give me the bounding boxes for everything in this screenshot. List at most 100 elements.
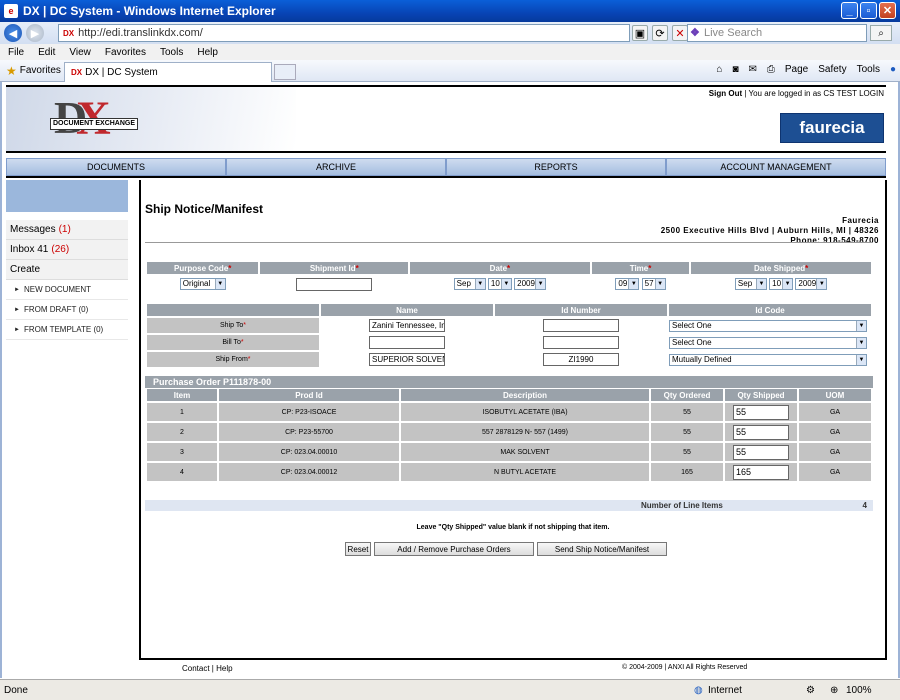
- cell-uom: GA: [799, 403, 871, 421]
- menu-file[interactable]: File: [8, 47, 24, 58]
- col-id-number: Id Number: [495, 304, 667, 316]
- close-button[interactable]: ✕: [879, 2, 896, 19]
- live-search-icon: ❖: [690, 27, 700, 39]
- sidebar-messages[interactable]: Messages (1): [6, 220, 128, 240]
- col-id-code: Id Code: [669, 304, 871, 316]
- qty-shipped-input[interactable]: 165: [733, 464, 789, 480]
- ship-to-name-input[interactable]: Zanini Tennessee, Inc: [369, 319, 445, 332]
- bill-to-name-input[interactable]: [369, 336, 445, 349]
- sidebar-inbox[interactable]: Inbox 41 (26): [6, 240, 128, 260]
- sidebar-new-document[interactable]: NEW DOCUMENT: [6, 280, 128, 300]
- col-purpose-code: Purpose Code*: [147, 262, 259, 274]
- menu-favorites[interactable]: Favorites: [105, 47, 146, 58]
- ship-to-idcode-select[interactable]: Select One ▼: [669, 319, 867, 332]
- purpose-code-select[interactable]: Original ▼: [179, 278, 226, 290]
- dx-favicon: DX: [63, 28, 75, 38]
- shipped-year-select[interactable]: 2009 ▼: [795, 278, 828, 290]
- nav-documents[interactable]: DOCUMENTS: [6, 158, 226, 176]
- date-year-select[interactable]: 2009 ▼: [514, 278, 547, 290]
- cell-description: MAK SOLVENT: [401, 443, 649, 461]
- sidebar-from-draft[interactable]: FROM DRAFT (0): [6, 300, 128, 320]
- address-bar: ◀ ▶ DX http://edi.translinkdx.com/ ▣ ⟳ ✕…: [0, 22, 900, 44]
- protected-mode-icon[interactable]: ⚙: [806, 685, 815, 696]
- cell-prod-id: CP: 023.04.00012: [219, 463, 399, 481]
- url-input[interactable]: DX http://edi.translinkdx.com/: [58, 24, 630, 42]
- main-nav: DOCUMENTS ARCHIVE REPORTS ACCOUNT MANAGE…: [6, 158, 886, 178]
- new-tab-button[interactable]: [274, 64, 296, 80]
- back-button[interactable]: ◀: [4, 24, 22, 42]
- dx-logo: D X DOCUMENT EXCHANGE: [6, 87, 296, 151]
- home-icon[interactable]: ⌂: [716, 64, 722, 75]
- company-address: 2500 Executive Hills Blvd | Auburn Hills…: [660, 226, 879, 235]
- ship-to-label: Ship To*: [147, 318, 319, 333]
- search-input[interactable]: ❖ Live Search: [687, 24, 867, 42]
- minimize-button[interactable]: _: [841, 2, 858, 19]
- line-items-summary: Number of Line Items 4: [145, 500, 873, 511]
- sidebar-from-template[interactable]: FROM TEMPLATE (0): [6, 320, 128, 340]
- favorites-button[interactable]: Favorites: [20, 65, 61, 76]
- safety-menu[interactable]: Safety: [818, 64, 846, 75]
- send-ship-notice-button[interactable]: Send Ship Notice/Manifest: [537, 542, 667, 556]
- qty-hint: Leave "Qty Shipped" value blank if not s…: [416, 524, 610, 531]
- menu-help[interactable]: Help: [197, 47, 218, 58]
- ship-from-id-input[interactable]: ZI1990: [543, 353, 619, 366]
- search-go-button[interactable]: ⌕: [870, 25, 892, 41]
- date-day-select[interactable]: 10 ▼: [487, 278, 512, 290]
- favorites-bar: ★ Favorites DX DX | DC System ⌂ ◙ ✉ ⎙ Pa…: [0, 60, 900, 82]
- print-icon[interactable]: ⎙: [767, 64, 775, 75]
- site-header: D X DOCUMENT EXCHANGE Sign Out | You are…: [6, 85, 886, 153]
- page-menu[interactable]: Page: [785, 64, 808, 75]
- stop-icon[interactable]: ✕: [672, 25, 688, 41]
- compat-icon[interactable]: ▣: [632, 25, 648, 41]
- shipment-header-table: Purpose Code* Shipment Id* Date* Time* D…: [145, 260, 873, 294]
- ship-from-idcode-select[interactable]: Mutually Defined ▼: [669, 353, 867, 366]
- zoom-icon[interactable]: ⊕: [830, 685, 838, 696]
- divider: [145, 242, 873, 243]
- bill-to-idcode-select[interactable]: Select One ▼: [669, 336, 867, 349]
- time-minute-select[interactable]: 57 ▼: [641, 278, 666, 290]
- cell-prod-id: CP: 023.04.00010: [219, 443, 399, 461]
- reset-button[interactable]: Reset: [345, 542, 371, 556]
- menu-tools[interactable]: Tools: [160, 47, 183, 58]
- inbox-count: (26): [51, 244, 70, 255]
- col-shipment-id: Shipment Id*: [260, 262, 409, 274]
- qty-shipped-input[interactable]: 55: [733, 444, 789, 460]
- date-month-select[interactable]: Sep ▼: [453, 278, 486, 290]
- favorites-star-icon[interactable]: ★: [6, 64, 17, 78]
- shipped-day-select[interactable]: 10 ▼: [769, 278, 794, 290]
- cell-prod-id: CP: P23-ISOACE: [219, 403, 399, 421]
- col-party: [147, 304, 319, 316]
- inbox-label: Inbox 41: [10, 244, 49, 255]
- ship-to-id-input[interactable]: [543, 319, 619, 332]
- tools-menu[interactable]: Tools: [857, 64, 880, 75]
- feeds-icon[interactable]: ◙: [732, 64, 738, 75]
- add-remove-po-button[interactable]: Add / Remove Purchase Orders: [374, 542, 534, 556]
- zoom-level[interactable]: 100%: [846, 685, 872, 696]
- mail-icon[interactable]: ✉: [748, 64, 756, 75]
- qty-shipped-input[interactable]: 55: [733, 424, 789, 440]
- refresh-icon[interactable]: ⟳: [652, 25, 668, 41]
- menu-view[interactable]: View: [69, 47, 91, 58]
- footer-links[interactable]: Contact | Help: [182, 664, 233, 673]
- cell-uom: GA: [799, 423, 871, 441]
- nav-archive[interactable]: ARCHIVE: [226, 158, 446, 176]
- forward-button[interactable]: ▶: [26, 24, 44, 42]
- menu-edit[interactable]: Edit: [38, 47, 55, 58]
- bill-to-id-input[interactable]: [543, 336, 619, 349]
- shipped-month-select[interactable]: Sep ▼: [734, 278, 767, 290]
- shipment-id-input[interactable]: [296, 277, 373, 291]
- internet-globe-icon: ◍: [694, 684, 703, 696]
- time-hour-select[interactable]: 09 ▼: [615, 278, 640, 290]
- help-icon[interactable]: ●: [890, 64, 896, 75]
- ship-from-name-input[interactable]: SUPERIOR SOLVENT: [369, 353, 445, 366]
- qty-shipped-input[interactable]: 55: [733, 404, 789, 420]
- bill-to-label: Bill To*: [147, 335, 319, 350]
- table-row: 4 CP: 023.04.00012 N BUTYL ACETATE 165 1…: [147, 463, 871, 481]
- cell-prod-id: CP: P23-55700: [219, 423, 399, 441]
- maximize-button[interactable]: ▫: [860, 2, 877, 19]
- nav-account-management[interactable]: ACCOUNT MANAGEMENT: [666, 158, 886, 176]
- sign-out-link[interactable]: Sign Out: [709, 89, 742, 98]
- nav-reports[interactable]: REPORTS: [446, 158, 666, 176]
- browser-tab[interactable]: DX DX | DC System: [64, 62, 272, 82]
- col-time: Time*: [591, 262, 690, 274]
